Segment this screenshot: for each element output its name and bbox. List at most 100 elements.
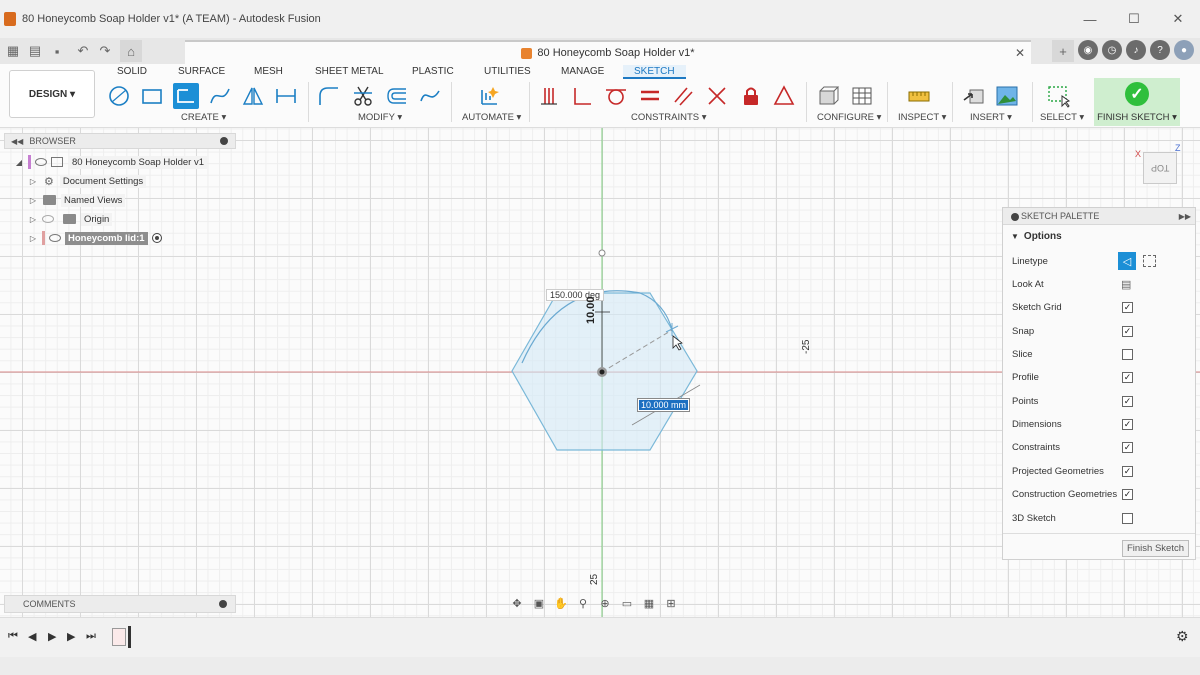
fix-lock-icon[interactable] [738,83,764,109]
insert-group-label[interactable]: INSERT ▾ [970,112,1012,123]
app-grid-icon[interactable]: ▦ [2,40,24,62]
home-icon[interactable]: ⌂ [120,40,142,62]
points-checkbox[interactable]: ✓ [1122,395,1133,407]
tangent-constraint-icon[interactable] [603,83,629,109]
undo-icon[interactable]: ↶ [72,40,94,62]
tab-sheet-metal[interactable]: SHEET METAL [315,65,384,79]
redo-icon[interactable]: ↷ [94,40,116,62]
expand-triangle-icon[interactable]: ▷ [28,196,38,205]
panel-pin-icon[interactable] [220,137,228,145]
configure-group-label[interactable]: CONFIGURE ▾ [817,112,881,123]
spline-tool-icon[interactable] [207,83,233,109]
mirror-tool-icon[interactable] [240,83,266,109]
fillet-tool-icon[interactable] [316,83,342,109]
line-tool-icon[interactable] [173,83,199,109]
palette-row-profile[interactable]: Profile ✓ [1003,366,1195,388]
tab-solid[interactable]: SOLID [117,65,147,79]
palette-row-dimensions[interactable]: Dimensions ✓ [1003,413,1195,435]
select-window-icon[interactable] [1046,83,1072,109]
tab-surface[interactable]: SURFACE [178,65,225,79]
visibility-eye-icon[interactable] [35,158,47,166]
close-window-button[interactable]: ✕ [1156,0,1200,38]
look-at-icon[interactable]: ▣ [530,595,548,611]
3d-sketch-checkbox[interactable] [1122,512,1133,524]
save-icon[interactable]: ▪ [46,40,68,62]
play-icon[interactable]: ▶ [48,630,56,643]
workspace-switcher-button[interactable]: DESIGN ▾ [9,70,95,118]
help-icon[interactable]: ? [1150,40,1170,60]
go-to-start-icon[interactable]: ⏮ [8,630,18,643]
fit-zoom-icon[interactable]: ⊕ [596,595,614,611]
browser-item-honeycomb-lid[interactable]: ▷ Honeycomb lid:1 [28,229,162,247]
maximize-button[interactable]: ☐ [1112,0,1156,38]
sketch-grid-checkbox[interactable]: ✓ [1122,301,1133,313]
step-forward-icon[interactable]: ▶ [67,630,75,643]
rectangle-tool-icon[interactable] [139,83,165,109]
sketch-palette-header[interactable]: SKETCH PALETTE ▶▶ [1003,208,1195,225]
activate-radio-icon[interactable] [151,233,162,243]
palette-row-constraints[interactable]: Constraints ✓ [1003,436,1195,458]
measure-ruler-icon[interactable] [906,83,932,109]
tab-mesh[interactable]: MESH [254,65,283,79]
expand-palette-icon[interactable]: ▶▶ [1179,212,1191,221]
construction-geometries-checkbox[interactable]: ✓ [1122,488,1133,500]
palette-row-construction-geometries[interactable]: Construction Geometries ✓ [1003,483,1195,505]
collinear-constraint-icon[interactable] [704,83,730,109]
profile-checkbox[interactable]: ✓ [1122,371,1133,383]
timeline-marker[interactable] [128,626,131,648]
visibility-eye-icon[interactable] [49,234,61,242]
document-tab[interactable]: 80 Honeycomb Soap Holder v1* ✕ [185,40,1031,64]
symmetry-constraint-icon[interactable] [771,83,797,109]
length-input-field[interactable]: 10.000 mm [636,398,691,412]
hidden-eye-icon[interactable] [42,215,54,223]
coincident-constraint-icon[interactable] [536,83,562,109]
offset-tool-icon[interactable] [384,83,410,109]
file-menu-icon[interactable]: ▤ [24,40,46,62]
expand-triangle-icon[interactable]: ▷ [28,234,38,243]
insert-derive-icon[interactable] [961,83,987,109]
browser-header[interactable]: ◀◀ BROWSER [4,133,236,149]
options-section-header[interactable]: ▼ Options [1003,225,1195,247]
browser-item-origin[interactable]: ▷ Origin [28,210,113,228]
centerline-linetype-icon[interactable] [1143,255,1156,267]
parallel-constraint-icon[interactable] [670,83,696,109]
snap-checkbox[interactable]: ✓ [1122,325,1133,337]
orbit-icon[interactable]: ✥ [508,595,526,611]
step-back-icon[interactable]: ◀ [28,630,36,643]
collapse-icon[interactable]: ◀◀ [11,137,23,146]
circle-tool-icon[interactable] [106,83,132,109]
construction-linetype-icon[interactable]: ◁ [1118,252,1136,270]
modify-group-label[interactable]: MODIFY ▾ [358,112,402,123]
insert-image-icon[interactable] [994,83,1020,109]
grid-settings-icon[interactable]: ▦ [640,595,658,611]
slice-checkbox[interactable] [1122,348,1133,360]
viewports-icon[interactable]: ⊞ [662,595,680,611]
add-comment-icon[interactable] [219,600,227,608]
projected-geometries-checkbox[interactable]: ✓ [1122,465,1133,477]
browser-item-named-views[interactable]: ▷ Named Views [28,191,126,209]
expand-triangle-icon[interactable]: ▷ [28,177,38,186]
minimize-button[interactable]: — [1068,0,1112,38]
constraints-checkbox[interactable]: ✓ [1122,441,1133,453]
trim-tool-icon[interactable] [350,83,376,109]
extensions-icon[interactable]: ◉ [1078,40,1098,60]
automate-tool-icon[interactable] [476,83,502,109]
create-group-label[interactable]: CREATE ▾ [181,112,226,123]
collapse-triangle-icon[interactable]: ◢ [14,158,24,167]
view-cube[interactable]: TOP [1143,152,1177,184]
constraints-group-label[interactable]: CONSTRAINTS ▾ [631,112,707,123]
expand-triangle-icon[interactable]: ▷ [28,215,38,224]
equal-constraint-icon[interactable] [637,83,663,109]
tab-sketch[interactable]: SKETCH [623,65,686,79]
palette-row-slice[interactable]: Slice [1003,343,1195,365]
palette-row-3d-sketch[interactable]: 3D Sketch [1003,507,1195,529]
select-group-label[interactable]: SELECT ▾ [1040,112,1084,123]
user-avatar-icon[interactable]: ● [1174,40,1194,60]
automate-group-label[interactable]: AUTOMATE ▾ [462,112,521,123]
curve-tool-icon[interactable] [417,83,443,109]
palette-finish-sketch-button[interactable]: Finish Sketch [1121,540,1189,557]
go-to-end-icon[interactable]: ⏭ [86,630,96,643]
vertical-dimension-label[interactable]: 10.00 [585,296,597,324]
notifications-icon[interactable]: ♪ [1126,40,1146,60]
configure-part-icon[interactable] [815,83,841,109]
